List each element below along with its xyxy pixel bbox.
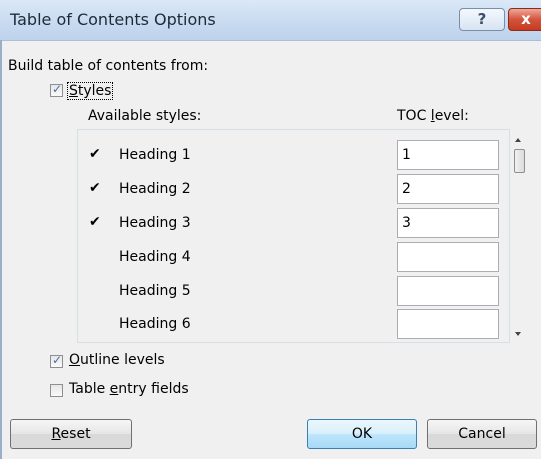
scrollbar-thumb[interactable] xyxy=(514,149,525,173)
checkmark-icon: ✓ xyxy=(52,353,63,367)
table-entry-fields-label[interactable]: Table entry fields xyxy=(69,381,189,397)
toc-level-input[interactable] xyxy=(397,309,499,339)
available-styles-header: Available styles: xyxy=(88,108,202,124)
style-name: Heading 4 xyxy=(119,249,191,265)
toc-level-input[interactable] xyxy=(397,242,499,272)
style-name: Heading 2 xyxy=(119,181,191,197)
style-row[interactable]: Heading 4 xyxy=(77,242,510,272)
scroll-up-arrow-icon[interactable] xyxy=(515,138,521,142)
style-name: Heading 3 xyxy=(119,215,191,231)
checkmark-icon: ✔ xyxy=(89,214,101,230)
checkmark-icon: ✔ xyxy=(89,180,101,196)
close-button[interactable]: x xyxy=(508,8,541,31)
style-row[interactable]: ✔ Heading 1 1 xyxy=(77,140,510,170)
reset-button[interactable]: Reset xyxy=(10,419,132,449)
question-mark-icon: ? xyxy=(477,10,487,28)
toc-level-header: TOC level: xyxy=(397,108,469,124)
toc-level-input[interactable] xyxy=(397,276,499,306)
styles-checkbox[interactable]: ✓ xyxy=(50,82,63,97)
styles-checkbox-label[interactable]: Styles xyxy=(67,82,114,100)
outline-levels-label[interactable]: Outline levels xyxy=(69,352,165,368)
checkmark-icon: ✔ xyxy=(89,146,101,162)
cancel-button[interactable]: Cancel xyxy=(427,419,537,449)
style-row[interactable]: Heading 5 xyxy=(77,276,510,306)
ok-button[interactable]: OK xyxy=(307,419,417,449)
table-entry-fields-checkbox[interactable] xyxy=(50,384,63,397)
title-bar[interactable]: Table of Contents Options ? x xyxy=(0,0,541,41)
toc-level-input[interactable]: 1 xyxy=(397,140,499,170)
close-icon: x xyxy=(521,10,531,28)
style-row[interactable]: ✔ Heading 2 2 xyxy=(77,174,510,204)
checkmark-icon: ✓ xyxy=(52,82,63,96)
style-name: Heading 5 xyxy=(119,283,191,299)
style-row[interactable]: ✔ Heading 3 3 xyxy=(77,208,510,238)
styles-list-scrollbar[interactable] xyxy=(510,129,528,343)
outline-levels-checkbox[interactable]: ✓ xyxy=(50,353,63,368)
dialog-title: Table of Contents Options xyxy=(10,10,216,29)
style-name: Heading 1 xyxy=(119,147,191,163)
toc-options-dialog: Table of Contents Options ? x Build tabl… xyxy=(0,0,541,459)
window-edge xyxy=(0,40,2,459)
toc-level-input[interactable]: 2 xyxy=(397,174,499,204)
style-name: Heading 6 xyxy=(119,316,191,332)
toc-level-input[interactable]: 3 xyxy=(397,208,499,238)
build-from-label: Build table of contents from: xyxy=(8,58,209,74)
scroll-down-arrow-icon[interactable] xyxy=(515,332,521,336)
style-row[interactable]: Heading 6 xyxy=(77,309,510,339)
help-button[interactable]: ? xyxy=(459,8,505,31)
